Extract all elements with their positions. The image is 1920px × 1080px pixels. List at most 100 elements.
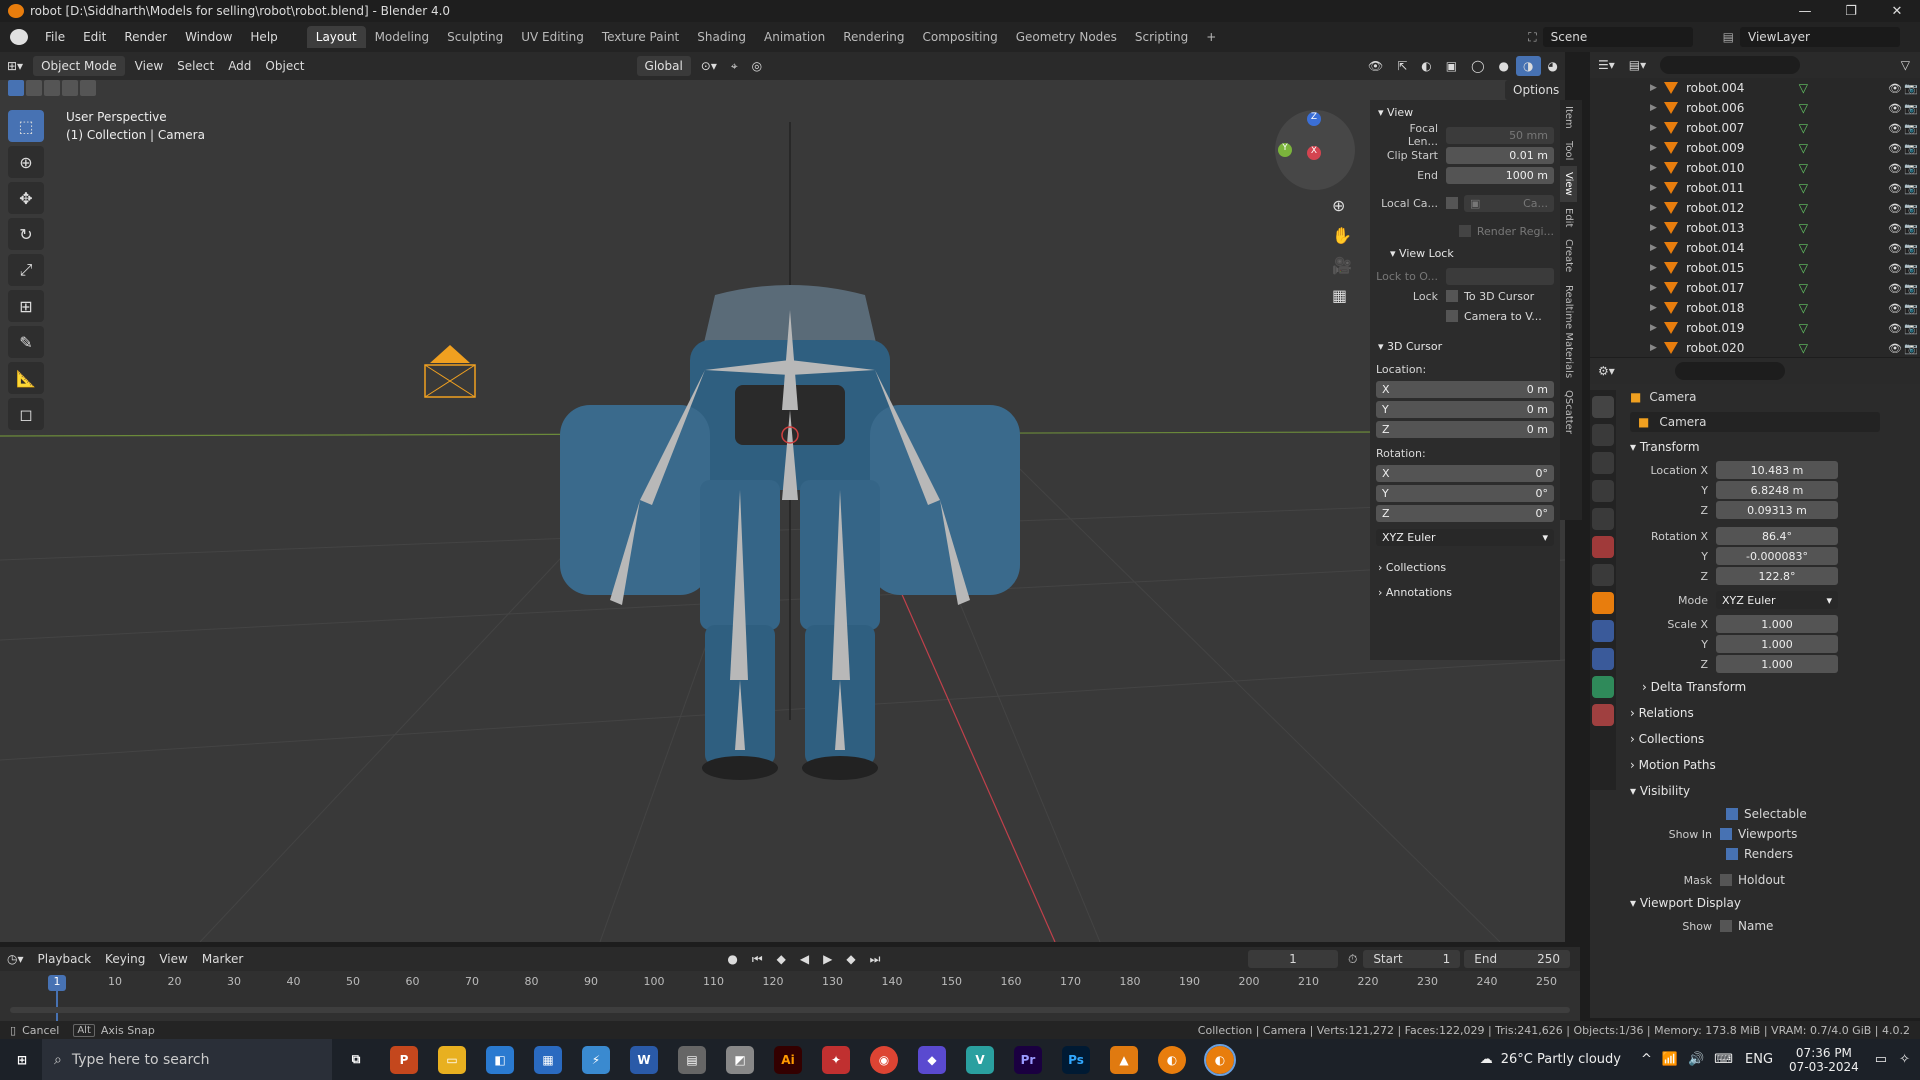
expand-arrow-icon[interactable]: ▶	[1650, 343, 1664, 353]
physics-properties-icon[interactable]	[1592, 620, 1614, 642]
task-view-icon[interactable]: ⧉	[342, 1046, 370, 1074]
blender-active-icon[interactable]: ◐	[1204, 1043, 1236, 1076]
app-icon-3[interactable]: ▤	[678, 1045, 706, 1074]
render-camera-icon[interactable]: 📷	[1904, 162, 1920, 175]
render-camera-icon[interactable]: 📷	[1904, 182, 1920, 195]
workspace-tab-rendering[interactable]: Rendering	[834, 26, 913, 48]
mesh-data-icon[interactable]: ▽	[1799, 341, 1808, 355]
expand-arrow-icon[interactable]: ▶	[1650, 263, 1664, 273]
vlc-icon[interactable]: ▲	[1110, 1045, 1138, 1074]
outliner-item-label[interactable]: robot.006	[1686, 101, 1744, 115]
cursor-location-z[interactable]: Z0 m	[1376, 420, 1554, 438]
tab-realtime-materials[interactable]: Realtime Materials	[1560, 279, 1577, 384]
local-camera-checkbox[interactable]	[1446, 197, 1458, 209]
app-icon-6[interactable]: ◆	[918, 1045, 946, 1074]
blender-icon[interactable]: ◐	[1158, 1045, 1186, 1074]
outliner-row[interactable]: ▶ robot.009 ▽ 👁 📷	[1590, 138, 1920, 158]
filter-icon[interactable]: ▽	[1901, 58, 1910, 72]
object-name-field[interactable]: ■ Camera	[1630, 412, 1880, 432]
outliner-item-label[interactable]: robot.011	[1686, 181, 1744, 195]
eye-icon[interactable]: 👁	[1888, 282, 1904, 295]
eye-icon[interactable]: 👁	[1888, 242, 1904, 255]
mesh-data-icon[interactable]: ▽	[1799, 321, 1808, 335]
jump-end-icon[interactable]: ⏭	[863, 949, 888, 970]
outliner-item-label[interactable]: robot.018	[1686, 301, 1744, 315]
expand-arrow-icon[interactable]: ▶	[1650, 123, 1664, 133]
outliner-row[interactable]: ▶ robot.015 ▽ 👁 📷	[1590, 258, 1920, 278]
collections-header[interactable]: › Collections	[1618, 726, 1920, 752]
expand-arrow-icon[interactable]: ▶	[1650, 303, 1664, 313]
mesh-data-icon[interactable]: ▽	[1799, 81, 1808, 95]
location-x-field[interactable]: 10.483 m	[1716, 461, 1838, 479]
navigation-gizmo[interactable]: Z Y X	[1275, 110, 1355, 190]
render-camera-icon[interactable]: 📷	[1904, 102, 1920, 115]
jump-keyframe-forward-icon[interactable]: ◆	[839, 949, 862, 969]
illustrator-icon[interactable]: Ai	[774, 1045, 802, 1074]
stopwatch-icon[interactable]: ⏱	[1348, 952, 1357, 967]
current-frame-field[interactable]: 1	[1247, 950, 1338, 968]
wireframe-shading-icon[interactable]: ◯	[1464, 56, 1491, 76]
render-camera-icon[interactable]: 📷	[1904, 282, 1920, 295]
expand-arrow-icon[interactable]: ▶	[1650, 323, 1664, 333]
tab-qscatter[interactable]: QScatter	[1560, 384, 1577, 440]
outliner-row[interactable]: ▶ robot.007 ▽ 👁 📷	[1590, 118, 1920, 138]
display-mode-icon[interactable]: ▤▾	[1629, 58, 1646, 72]
outliner-row[interactable]: ▶ robot.017 ▽ 👁 📷	[1590, 278, 1920, 298]
outliner-row[interactable]: ▶ robot.011 ▽ 👁 📷	[1590, 178, 1920, 198]
expand-arrow-icon[interactable]: ▶	[1650, 83, 1664, 93]
select-intersect-icon[interactable]	[80, 80, 96, 96]
outliner-search-input[interactable]	[1660, 56, 1801, 74]
outliner-item-label[interactable]: robot.014	[1686, 241, 1744, 255]
expand-arrow-icon[interactable]: ▶	[1650, 103, 1664, 113]
expand-arrow-icon[interactable]: ▶	[1650, 283, 1664, 293]
solid-shading-icon[interactable]: ●	[1492, 56, 1516, 76]
motion-paths-header[interactable]: › Motion Paths	[1618, 752, 1920, 778]
cursor-rotation-y[interactable]: Y 0°	[1376, 484, 1554, 502]
record-icon[interactable]: ●	[720, 949, 744, 969]
mode-dropdown[interactable]: Object Mode	[33, 56, 125, 76]
chrome-icon[interactable]: ◉	[870, 1045, 898, 1074]
language-indicator[interactable]: ENG	[1745, 1052, 1773, 1067]
cursor-rotation-mode-dropdown[interactable]: XYZ Euler ▾	[1376, 528, 1554, 546]
menu-edit[interactable]: Edit	[74, 30, 115, 44]
cursor-location-y[interactable]: Y0 m	[1376, 400, 1554, 418]
render-camera-icon[interactable]: 📷	[1904, 242, 1920, 255]
outliner-editor-icon[interactable]: ☰▾	[1598, 58, 1615, 72]
app-icon-5[interactable]: ✦	[822, 1045, 850, 1074]
expand-arrow-icon[interactable]: ▶	[1650, 243, 1664, 253]
eye-icon[interactable]: 👁	[1888, 162, 1904, 175]
render-camera-icon[interactable]: 📷	[1904, 222, 1920, 235]
options-button[interactable]: Options	[1505, 80, 1565, 100]
outliner-row[interactable]: ▶ robot.013 ▽ 👁 📷	[1590, 218, 1920, 238]
view-layer-properties-icon[interactable]	[1592, 480, 1614, 502]
render-camera-icon[interactable]: 📷	[1904, 202, 1920, 215]
mesh-data-icon[interactable]: ▽	[1799, 301, 1808, 315]
close-icon[interactable]: ✕	[1874, 4, 1920, 19]
mesh-data-icon[interactable]: ▽	[1799, 281, 1808, 295]
tab-item[interactable]: Item	[1560, 100, 1577, 135]
eye-icon[interactable]: 👁	[1888, 122, 1904, 135]
workspace-tab-animation[interactable]: Animation	[755, 26, 834, 48]
tool-properties-icon[interactable]	[1592, 396, 1614, 418]
render-camera-icon[interactable]: 📷	[1904, 342, 1920, 355]
timeline-menu-keying[interactable]: Keying	[98, 949, 152, 969]
select-difference-icon[interactable]	[62, 80, 78, 96]
outliner-row[interactable]: ▶ robot.018 ▽ 👁 📷	[1590, 298, 1920, 318]
visibility-icon[interactable]: 👁	[1361, 56, 1390, 76]
end-frame-field[interactable]: End 250	[1464, 950, 1570, 968]
clock[interactable]: 07:36 PM 07-03-2024	[1789, 1046, 1859, 1074]
workspace-tab-shading[interactable]: Shading	[688, 26, 755, 48]
outliner-item-label[interactable]: robot.013	[1686, 221, 1744, 235]
rotation-x-field[interactable]: 86.4°	[1716, 527, 1838, 545]
add-cube-icon[interactable]: ◻	[8, 398, 44, 430]
gizmo-x-axis[interactable]: X	[1307, 146, 1321, 160]
mesh-data-icon[interactable]: ▽	[1799, 261, 1808, 275]
snap-icon[interactable]: ⌖	[724, 56, 745, 77]
viewports-checkbox[interactable]	[1720, 828, 1732, 840]
weather-text[interactable]: 26°C Partly cloudy	[1501, 1052, 1621, 1067]
expand-arrow-icon[interactable]: ▶	[1650, 183, 1664, 193]
outliner-item-label[interactable]: robot.020	[1686, 341, 1744, 355]
viewport-menu-object[interactable]: Object	[258, 56, 311, 76]
transform-section-header[interactable]: ▾ Transform	[1618, 434, 1920, 460]
texture-properties-icon[interactable]	[1592, 704, 1614, 726]
